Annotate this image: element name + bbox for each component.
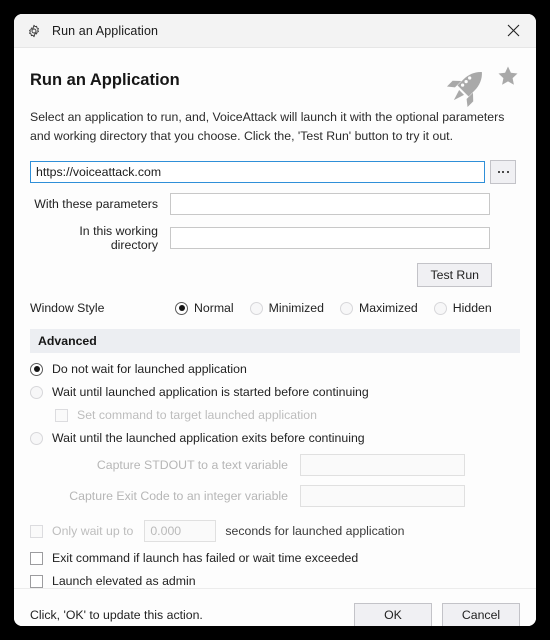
checkbox-launch-elevated[interactable]: Launch elevated as admin [30,574,520,588]
radio-label: Wait until launched application is start… [52,385,369,399]
cancel-button[interactable]: Cancel [442,602,520,626]
run-application-dialog: Run an Application Run an Application Se… [14,14,536,626]
checkbox-label: Launch elevated as admin [52,574,196,588]
radio-window-style-minimized[interactable]: Minimized [249,301,324,315]
advanced-title: Advanced [38,334,97,348]
header-row: Run an Application [30,48,520,108]
capture-exit-code-input [300,485,465,507]
test-run-row: Test Run [30,263,520,287]
checkbox-label: Exit command if launch has failed or wai… [52,551,359,565]
capture-stdout-input [300,454,465,476]
checkbox-icon [30,524,43,538]
checkbox-set-command-target: Set command to target launched applicati… [55,408,520,422]
radio-wait-until-started[interactable]: Wait until launched application is start… [30,385,520,399]
checkbox-icon [30,574,43,588]
radio-icon [30,362,43,376]
radio-window-style-hidden[interactable]: Hidden [433,301,492,315]
capture-exit-code-label: Capture Exit Code to an integer variable [69,489,288,503]
capture-stdout-label: Capture STDOUT to a text variable [96,458,288,472]
test-run-button[interactable]: Test Run [417,263,492,287]
radio-icon [30,385,43,399]
radio-label: Do not wait for launched application [52,362,247,376]
checkbox-exit-command[interactable]: Exit command if launch has failed or wai… [30,551,520,565]
capture-exit-code-row: Capture Exit Code to an integer variable [30,485,520,507]
working-directory-label: In this working directory [79,224,158,252]
radio-icon [340,301,353,315]
page-title: Run an Application [30,71,180,89]
dialog-body: Run an Application Select an application… [14,48,536,588]
radio-icon [175,301,188,315]
parameters-row: With these parameters [30,193,520,215]
working-directory-row: In this working directory [30,224,520,252]
checkbox-icon [55,408,68,422]
radio-label: Maximized [359,301,418,315]
ellipsis-icon [497,171,500,173]
application-path-row [30,160,520,184]
ellipsis-icon [502,171,504,173]
ellipsis-icon [506,171,509,173]
radio-label: Wait until the launched application exit… [52,431,365,445]
description-text: Select an application to run, and, Voice… [30,110,505,143]
window-title: Run an Application [52,23,159,38]
radio-label: Hidden [452,301,492,315]
window-style-row: Window Style Normal Minimized Maximized … [30,301,520,315]
radio-icon [30,431,43,445]
dialog-footer: Click, 'OK' to update this action. OK Ca… [14,588,536,626]
capture-stdout-row: Capture STDOUT to a text variable [30,454,520,476]
radio-icon [249,301,263,315]
parameters-label: With these parameters [34,197,158,211]
radio-do-not-wait[interactable]: Do not wait for launched application [30,362,520,376]
radio-label: Minimized [268,301,324,315]
browse-button[interactable] [490,160,516,184]
only-wait-label: Only wait up to [52,524,134,538]
window-style-label: Window Style [30,301,105,315]
radio-label: Normal [194,301,234,315]
radio-wait-until-exits[interactable]: Wait until the launched application exit… [30,431,520,445]
only-wait-seconds-input [144,520,217,542]
radio-icon [433,301,447,315]
gear-icon [26,23,42,39]
star-icon [496,64,520,93]
checkbox-label: Set command to target launched applicati… [77,408,317,422]
checkbox-icon [30,551,43,565]
radio-window-style-normal[interactable]: Normal [175,301,234,315]
only-wait-row: Only wait up to seconds for launched app… [30,520,520,542]
title-bar: Run an Application [14,14,536,48]
close-icon[interactable] [490,14,536,47]
parameters-input[interactable] [170,193,490,215]
ok-button[interactable]: OK [354,602,432,626]
radio-window-style-maximized[interactable]: Maximized [340,301,418,315]
working-directory-input[interactable] [170,227,490,249]
application-path-input[interactable] [30,161,485,183]
status-text: Click, 'OK' to update this action. [30,607,203,622]
only-wait-suffix: seconds for launched application [225,524,405,538]
advanced-section-header: Advanced [30,329,520,353]
